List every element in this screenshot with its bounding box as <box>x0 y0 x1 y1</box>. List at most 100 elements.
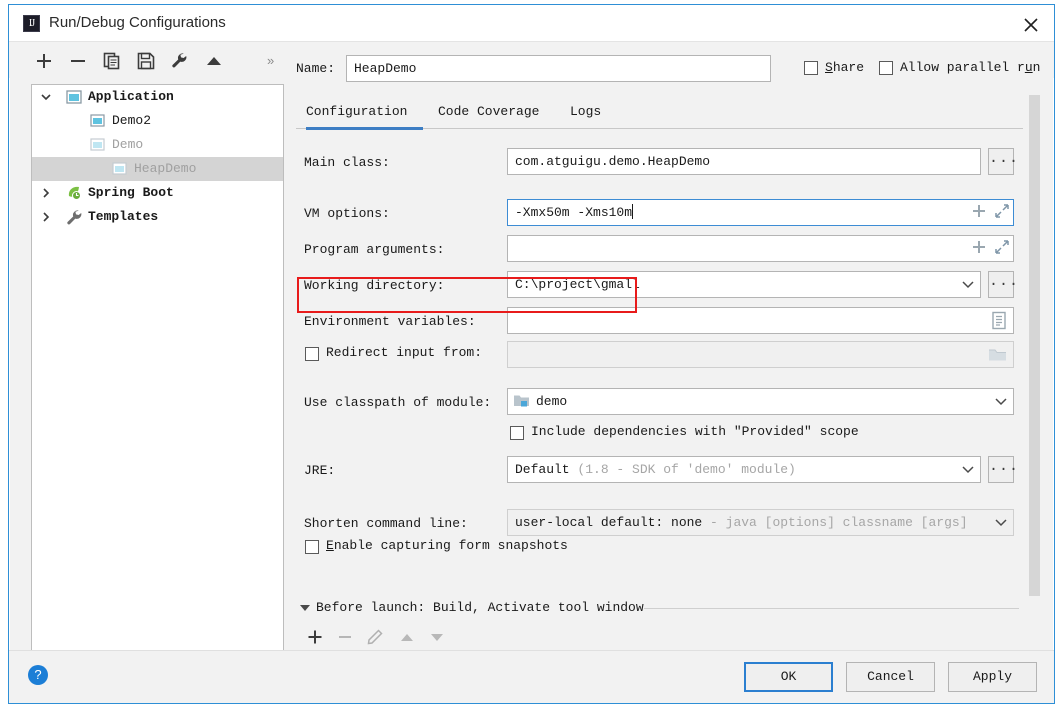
tree-item-label: Templates <box>88 209 159 224</box>
apply-button[interactable]: Apply <box>948 662 1037 692</box>
vm-options-label: VM options: <box>304 206 390 221</box>
vm-options-expand-icon[interactable] <box>994 203 1010 223</box>
configuration-form: Main class: com.atguigu.demo.HeapDemo ..… <box>296 137 1023 597</box>
jre-combo[interactable]: Default (1.8 - SDK of 'demo' module) <box>507 456 981 483</box>
working-directory-input[interactable]: C:\project\gmall <box>507 271 981 298</box>
working-directory-label: Working directory: <box>304 278 445 293</box>
tree-item-label: HeapDemo <box>134 161 197 176</box>
use-classpath-chevron-down-icon[interactable] <box>992 389 1010 414</box>
program-arguments-label: Program arguments: <box>304 242 445 257</box>
jre-value: Default <box>515 462 570 477</box>
include-dependencies-label: Include dependencies with "Provided" sco… <box>531 424 859 439</box>
allow-parallel-run-checkbox[interactable] <box>879 61 893 75</box>
jre-value-hint: (1.8 - SDK of 'demo' module) <box>577 462 796 477</box>
tree-item-heapdemo[interactable]: HeapDemo <box>32 157 283 181</box>
run-config-icon-dim <box>90 137 106 153</box>
before-launch-section: Before launch: Build, Activate tool wind… <box>296 600 1023 655</box>
tab-configuration[interactable]: Configuration <box>306 97 423 130</box>
add-configuration-button[interactable] <box>31 48 57 72</box>
move-up-button[interactable] <box>201 48 227 72</box>
vm-options-input[interactable]: -Xmx50m -Xms10m <box>507 199 1014 226</box>
shorten-command-combo[interactable]: user-local default: none - java [options… <box>507 509 1014 536</box>
enable-snapshots-label: Enable capturing form snapshots <box>326 538 568 553</box>
run-config-icon-dim <box>112 161 128 177</box>
before-launch-remove-button <box>334 626 358 648</box>
tab-code-coverage[interactable]: Code Coverage <box>438 97 539 129</box>
before-launch-collapse-icon[interactable] <box>300 605 310 611</box>
tree-item-templates[interactable]: Templates <box>32 205 283 229</box>
environment-variables-input[interactable] <box>507 307 1014 334</box>
program-arguments-input[interactable] <box>507 235 1014 262</box>
redirect-input-field <box>507 341 1014 368</box>
name-input[interactable]: HeapDemo <box>346 55 771 82</box>
tree-item-label: Application <box>88 89 174 104</box>
tree-item-demo[interactable]: Demo <box>32 133 283 157</box>
working-directory-chevron-down-icon[interactable] <box>959 272 977 297</box>
text-caret <box>632 204 634 219</box>
shorten-command-chevron-down-icon[interactable] <box>992 510 1010 535</box>
redirect-input-checkbox[interactable] <box>305 347 319 361</box>
remove-configuration-button[interactable] <box>65 48 91 72</box>
main-class-browse-button[interactable]: ... <box>988 148 1018 175</box>
tree-item-label: Spring Boot <box>88 185 174 200</box>
configuration-panel: Name: HeapDemo Share Allow parallel run … <box>296 55 1040 651</box>
cancel-button[interactable]: Cancel <box>846 662 935 692</box>
use-classpath-combo[interactable]: demo <box>507 388 1014 415</box>
close-icon[interactable] <box>1008 5 1054 41</box>
environment-variables-label: Environment variables: <box>304 314 476 329</box>
before-launch-divider <box>644 608 1019 609</box>
configuration-tabs: Configuration Code Coverage Logs <box>296 97 1023 130</box>
allow-parallel-run-label: Allow parallel run <box>900 60 1041 75</box>
before-launch-move-up-button <box>396 626 420 648</box>
enable-snapshots-checkbox[interactable] <box>305 540 319 554</box>
run-debug-configurations-dialog: IJ Run/Debug Configurations » Applicatio… <box>8 4 1055 704</box>
before-launch-add-button[interactable] <box>304 626 328 648</box>
spring-boot-icon <box>66 185 82 201</box>
before-launch-edit-button <box>364 626 388 648</box>
include-dependencies-checkbox[interactable] <box>510 426 524 440</box>
wrench-icon <box>66 209 82 225</box>
help-button[interactable]: ? <box>28 665 48 685</box>
tree-item-label: Demo2 <box>112 113 152 128</box>
shorten-command-value: user-local default: none <box>515 515 703 530</box>
application-icon <box>66 89 82 105</box>
main-class-input[interactable]: com.atguigu.demo.HeapDemo <box>507 148 981 175</box>
chevron-right-icon[interactable] <box>38 181 54 205</box>
shorten-command-hint: - java [options] classname [args] <box>710 515 968 530</box>
program-arguments-expand-icon[interactable] <box>994 239 1010 259</box>
vm-options-value: -Xmx50m -Xms10m <box>515 205 633 220</box>
chevron-down-icon[interactable] <box>38 85 54 109</box>
wrench-icon[interactable] <box>167 48 193 72</box>
name-label: Name: <box>296 61 336 76</box>
redirect-input-label: Redirect input from: <box>326 345 483 360</box>
tab-logs[interactable]: Logs <box>570 97 601 129</box>
vm-options-macros-icon[interactable] <box>971 203 987 223</box>
configurations-tree[interactable]: Application Demo2 Demo HeapDemo Spring B… <box>31 84 284 651</box>
toolbar-overflow-button[interactable]: » <box>267 53 274 68</box>
tree-item-application[interactable]: Application <box>32 85 283 109</box>
tree-item-spring-boot[interactable]: Spring Boot <box>32 181 283 205</box>
title-bar: IJ Run/Debug Configurations <box>9 5 1054 42</box>
jre-browse-button[interactable]: ... <box>988 456 1018 483</box>
dialog-footer: ? OK Cancel Apply <box>9 650 1054 703</box>
jre-label: JRE: <box>304 463 336 478</box>
tree-item-demo2[interactable]: Demo2 <box>32 109 283 133</box>
ok-button[interactable]: OK <box>744 662 833 692</box>
tree-item-label: Demo <box>112 137 144 152</box>
chevron-right-icon[interactable] <box>38 205 54 229</box>
intellij-idea-icon: IJ <box>23 15 40 32</box>
share-label: Share <box>825 60 865 75</box>
jre-chevron-down-icon[interactable] <box>959 457 977 482</box>
working-directory-browse-button[interactable]: ... <box>988 271 1018 298</box>
share-checkbox[interactable] <box>804 61 818 75</box>
environment-variables-list-icon[interactable] <box>991 311 1008 334</box>
content-scrollbar[interactable] <box>1029 95 1040 596</box>
main-class-label: Main class: <box>304 155 390 170</box>
save-configuration-button[interactable] <box>133 48 159 72</box>
page-title: Run/Debug Configurations <box>49 14 226 31</box>
shorten-command-label: Shorten command line: <box>304 516 468 531</box>
program-arguments-macros-icon[interactable] <box>971 239 987 259</box>
copy-configuration-button[interactable] <box>99 48 125 72</box>
before-launch-title: Before launch: Build, Activate tool wind… <box>316 600 644 615</box>
before-launch-move-down-button <box>426 626 450 648</box>
